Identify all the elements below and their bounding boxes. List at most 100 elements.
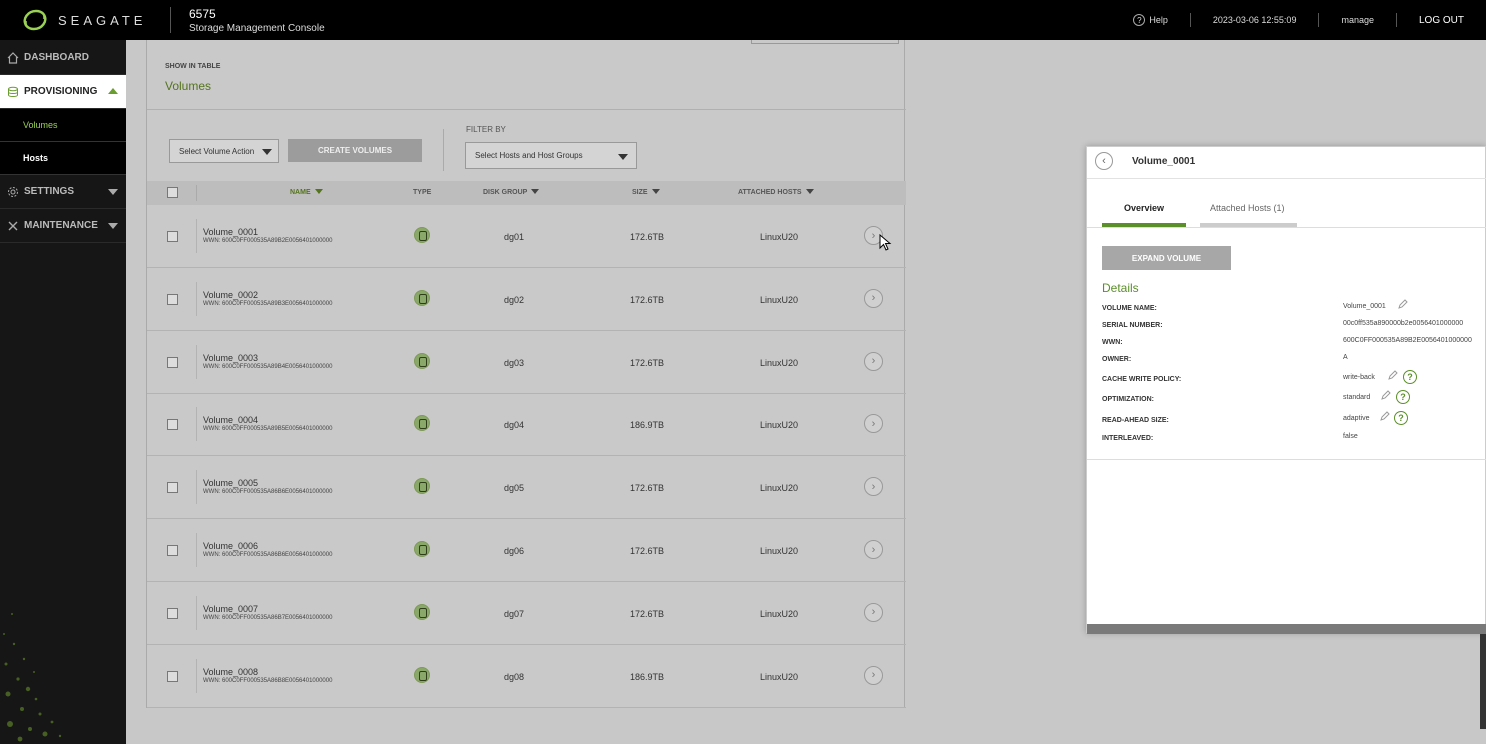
row-checkbox[interactable]	[167, 482, 178, 494]
gear-icon	[6, 185, 20, 199]
chevron-right-icon[interactable]: ›	[864, 540, 883, 559]
help-icon[interactable]: ?	[1394, 411, 1408, 425]
column-header-type: TYPE	[413, 189, 431, 196]
pencil-icon[interactable]	[1388, 370, 1398, 380]
row-checkbox[interactable]	[167, 670, 178, 682]
column-header-size[interactable]: SIZE	[632, 189, 660, 196]
column-header-attached-hosts[interactable]: ATTACHED HOSTS	[738, 189, 814, 196]
volume-size: 172.6TB	[630, 294, 665, 305]
attached-host: LinuxU20	[760, 608, 799, 619]
detail-label: CACHE WRITE POLICY:	[1102, 376, 1182, 383]
row-checkbox[interactable]	[167, 293, 178, 305]
divider	[1087, 459, 1486, 460]
sidebar-subitem-hosts[interactable]: Hosts	[0, 142, 126, 175]
volume-action-select[interactable]: Select Volume Action	[169, 139, 279, 163]
table-row[interactable]: Volume_0006 WWN: 600C0FF000535A86B6E00564…	[147, 519, 906, 582]
volume-detail-panel: ‹ Volume_0001 Overview Attached Hosts (1…	[1086, 146, 1486, 634]
volume-type-icon	[414, 227, 430, 243]
detail-label: READ-AHEAD SIZE:	[1102, 417, 1169, 424]
row-checkbox[interactable]	[167, 231, 178, 242]
user-menu[interactable]: manage	[1318, 13, 1396, 27]
chevron-down-icon	[108, 223, 118, 229]
sidebar-subitem-volumes[interactable]: Volumes	[0, 109, 126, 142]
row-checkbox[interactable]	[167, 607, 178, 619]
pencil-icon[interactable]	[1380, 411, 1390, 421]
sidebar-item-dashboard[interactable]: DASHBOARD	[0, 41, 126, 75]
volume-type-icon	[414, 666, 430, 683]
detail-label: SERIAL NUMBER:	[1102, 322, 1163, 329]
system-model: 6575	[189, 6, 216, 21]
chevron-right-icon[interactable]: ›	[864, 477, 883, 497]
table-row[interactable]: Volume_0002 WWN: 600C0FF000535A89B3E00564…	[147, 268, 906, 331]
disk-group: dg08	[504, 671, 525, 682]
divider	[196, 595, 197, 630]
volume-wwn: WWN: 600C0FF000535A86B6E0056401000000	[203, 552, 333, 558]
volume-name: Volume_0008	[203, 666, 259, 677]
divider	[1087, 178, 1486, 179]
help-icon[interactable]: ?	[1396, 390, 1410, 404]
help-icon[interactable]: ?	[1403, 370, 1417, 384]
tab-attached-hosts[interactable]: Attached Hosts (1)	[1210, 203, 1285, 213]
table-row[interactable]: Volume_0007 WWN: 600C0FF000535A86B7E00564…	[147, 582, 906, 645]
table-header: NAME TYPE DISK GROUP SIZE ATTACHED HOSTS	[147, 181, 906, 205]
divider	[196, 407, 197, 442]
logout-button[interactable]: LOG OUT	[1395, 13, 1486, 27]
sort-down-icon	[651, 189, 660, 194]
volume-size: 172.6TB	[630, 232, 665, 242]
volume-type-icon	[414, 415, 430, 432]
select-all-checkbox[interactable]	[167, 187, 178, 198]
detail-title: Volume_0001	[1132, 156, 1196, 167]
row-checkbox[interactable]	[167, 356, 178, 368]
pencil-icon[interactable]	[1398, 299, 1408, 309]
detail-value: false	[1343, 433, 1358, 440]
chevron-right-icon[interactable]: ›	[864, 351, 883, 371]
expand-volume-button[interactable]: EXPAND VOLUME	[1102, 246, 1231, 270]
attached-host: LinuxU20	[760, 294, 799, 305]
sort-down-icon	[314, 189, 323, 194]
volumes-panel: SHOW IN TABLE Volumes Select Volume Acti…	[146, 40, 906, 708]
host-filter-select[interactable]: Select Hosts and Host Groups	[465, 142, 637, 169]
table-row[interactable]: Volume_0005 WWN: 600C0FF000535A86B6E00564…	[147, 456, 906, 520]
help-link[interactable]: ? Help	[1111, 13, 1190, 27]
chevron-right-icon[interactable]: ›	[864, 288, 883, 308]
chevron-right-icon[interactable]: ›	[864, 665, 883, 685]
sidebar: DASHBOARD PROVISIONING Volumes Hosts SET…	[0, 40, 126, 744]
create-volumes-button[interactable]: CREATE VOLUMES	[288, 139, 422, 162]
sidebar-item-provisioning[interactable]: PROVISIONING	[0, 75, 126, 109]
product-info: 6575 Storage Management Console	[170, 6, 325, 34]
column-header-disk-group[interactable]: DISK GROUP	[483, 189, 540, 196]
chevron-right-icon[interactable]: ›	[864, 602, 883, 622]
disk-group: dg01	[504, 232, 525, 242]
pencil-icon[interactable]	[1381, 390, 1391, 400]
database-icon	[6, 85, 20, 99]
table-row[interactable]: Volume_0004 WWN: 600C0FF000535A89B5E00564…	[147, 393, 906, 457]
volume-name: Volume_0005	[203, 478, 259, 489]
host-filter-select-value: Select Hosts and Host Groups	[475, 151, 583, 160]
chevron-right-icon[interactable]: ›	[864, 414, 883, 434]
table-row[interactable]: Volume_0008 WWN: 600C0FF000535A86B8E00564…	[147, 645, 906, 708]
disk-group: dg03	[504, 357, 525, 368]
system-datetime: 2023-03-06 12:55:09	[1189, 13, 1319, 27]
detail-value: standard	[1343, 394, 1371, 401]
divider	[147, 109, 906, 110]
back-icon[interactable]: ‹	[1095, 152, 1113, 170]
volume-name: Volume_0007	[203, 603, 259, 614]
volume-wwn: WWN: 600C0FF000535A89B4E0056401000000	[203, 363, 333, 370]
table-row[interactable]: Volume_0001 WWN: 600C0FF000535A89B2E00564…	[147, 205, 906, 268]
disk-group: dg07	[504, 608, 525, 619]
table-row[interactable]: Volume_0003 WWN: 600C0FF000535A89B4E00564…	[147, 331, 906, 394]
brand: SEAGATE	[0, 5, 170, 35]
divider	[196, 533, 197, 567]
sidebar-label: MAINTENANCE	[24, 220, 98, 231]
tab-overview[interactable]: Overview	[1124, 203, 1164, 213]
detail-value: adaptive	[1343, 415, 1370, 422]
product-name: Storage Management Console	[189, 22, 325, 34]
sidebar-item-settings[interactable]: SETTINGS	[0, 175, 126, 209]
column-header-name[interactable]: NAME	[290, 189, 323, 196]
search-field-fragment[interactable]	[751, 40, 899, 44]
row-checkbox[interactable]	[167, 545, 178, 556]
sidebar-item-maintenance[interactable]: MAINTENANCE	[0, 209, 126, 243]
scrollbar[interactable]	[1480, 634, 1486, 729]
row-checkbox[interactable]	[167, 419, 178, 431]
seagate-logo-icon	[23, 9, 47, 31]
